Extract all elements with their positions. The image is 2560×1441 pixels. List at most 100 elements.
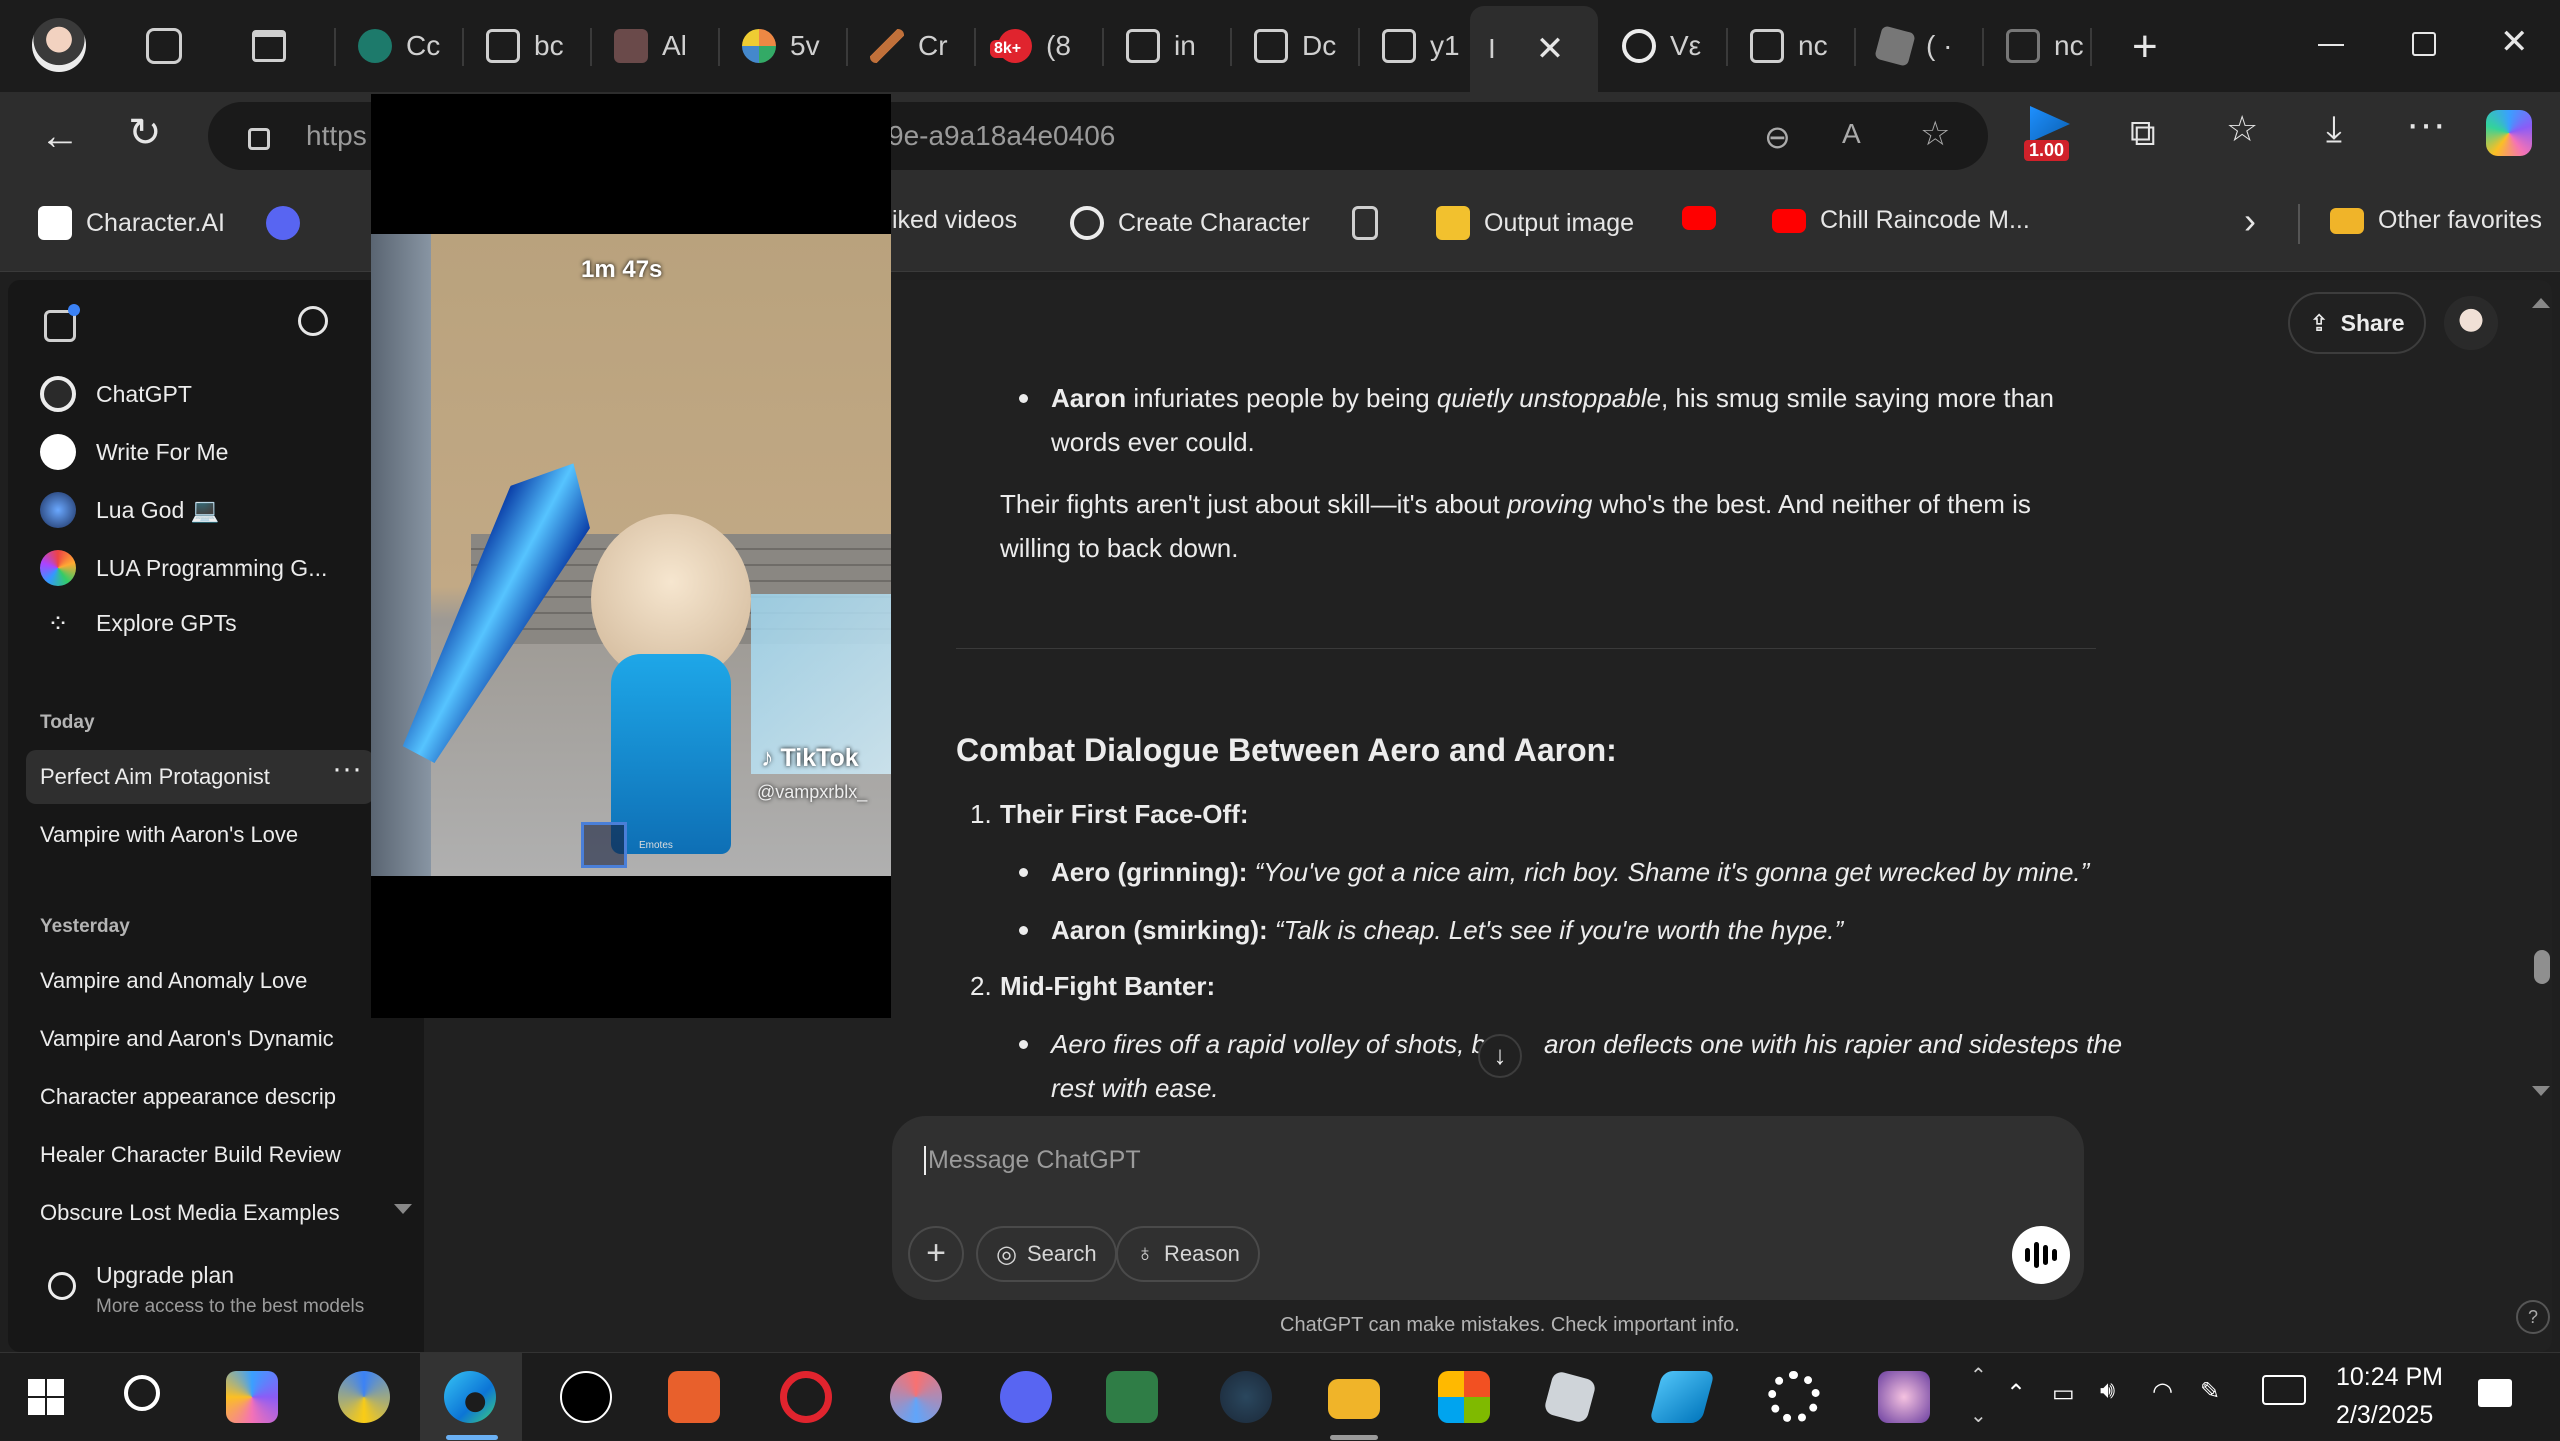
zoom-out-icon[interactable]: ⊖ bbox=[1764, 118, 1791, 156]
search-button[interactable]: ◎ Search bbox=[976, 1226, 1117, 1282]
sidebar-item-lua-programming[interactable]: LUA Programming G... bbox=[40, 550, 327, 586]
scroll-to-bottom-button[interactable]: ↓ bbox=[1478, 1034, 1522, 1078]
start-icon[interactable] bbox=[28, 1379, 64, 1415]
refresh-icon[interactable]: ↻ bbox=[128, 110, 162, 156]
taskbar-scroll-down[interactable]: ⌄ bbox=[1970, 1403, 1987, 1428]
close-window-icon[interactable]: ✕ bbox=[2500, 22, 2529, 62]
minimize-icon[interactable] bbox=[2318, 44, 2344, 46]
keyboard-icon[interactable] bbox=[2262, 1375, 2306, 1405]
roblox-icon[interactable] bbox=[1543, 1370, 1597, 1424]
chevron-right-icon[interactable]: › bbox=[2244, 200, 2256, 242]
sidebar-item-write-for-me[interactable]: Write For Me bbox=[40, 434, 228, 470]
store-icon[interactable] bbox=[1438, 1371, 1490, 1423]
chat-item-active[interactable]: Perfect Aim Protagonist bbox=[26, 750, 374, 804]
video-overlay[interactable]: Emotes 1m 47s ♪ TikTok @vampxrblx_ bbox=[371, 94, 891, 1018]
chat-item[interactable]: Character appearance descrip bbox=[26, 1070, 374, 1124]
chat-item[interactable]: Vampire and Anomaly Love bbox=[26, 954, 374, 1008]
sidebar-item-explore-gpts[interactable]: ⁘ Explore GPTs bbox=[40, 608, 237, 639]
battery-icon[interactable]: ▭ bbox=[2052, 1379, 2075, 1408]
tab-12[interactable]: ( · bbox=[1860, 14, 1978, 78]
tab-10[interactable]: Vε bbox=[1604, 14, 1722, 78]
close-tab-icon[interactable]: ✕ bbox=[1536, 29, 1565, 69]
app-icon-orange[interactable] bbox=[668, 1371, 720, 1423]
copilot-icon[interactable] bbox=[2486, 110, 2532, 156]
app-icon-green[interactable] bbox=[1106, 1371, 1158, 1423]
sidebar-item-lua-god[interactable]: Lua God 💻 bbox=[40, 492, 219, 528]
upgrade-plan-button[interactable]: Upgrade plan More access to the best mod… bbox=[38, 1258, 398, 1328]
taskbar-scroll-up[interactable]: ⌃ bbox=[1970, 1363, 1987, 1388]
favorite-star-icon[interactable]: ☆ bbox=[1920, 114, 1950, 154]
tab-4[interactable]: 5v bbox=[724, 14, 842, 78]
copilot-taskbar-icon[interactable] bbox=[226, 1371, 278, 1423]
pen-icon[interactable]: ✎ bbox=[2200, 1377, 2220, 1406]
wifi-icon[interactable]: ◠ bbox=[2152, 1377, 2173, 1406]
bookmark-youtube[interactable] bbox=[1682, 206, 1716, 230]
scroll-down-arrow[interactable] bbox=[2532, 1086, 2550, 1096]
bookmark-liked-videos[interactable]: iked videos bbox=[892, 206, 1017, 235]
attach-button[interactable]: + bbox=[908, 1226, 964, 1282]
share-button[interactable]: ⇪ Share bbox=[2288, 292, 2426, 354]
app-icon[interactable] bbox=[338, 1371, 390, 1423]
voice-mode-button[interactable] bbox=[2012, 1226, 2070, 1284]
bookmark-discord[interactable] bbox=[266, 206, 300, 240]
emote-slot[interactable] bbox=[581, 822, 627, 868]
edge-icon[interactable] bbox=[444, 1371, 496, 1423]
settings-gear-icon[interactable] bbox=[1768, 1371, 1820, 1423]
tab-3[interactable]: Al bbox=[596, 14, 714, 78]
bookmark-character-ai[interactable]: Character.AI bbox=[38, 206, 225, 240]
tiktok-app-icon[interactable] bbox=[560, 1371, 612, 1423]
volume-icon[interactable]: 🔊︎ bbox=[2100, 1377, 2115, 1405]
file-explorer-icon[interactable] bbox=[1328, 1379, 1380, 1419]
user-avatar[interactable] bbox=[2444, 296, 2498, 350]
search-icon[interactable] bbox=[124, 1375, 160, 1411]
back-icon[interactable]: ← bbox=[40, 114, 80, 159]
more-options-icon[interactable]: ··· bbox=[332, 752, 362, 786]
bookmark-create-character[interactable]: Create Character bbox=[1070, 206, 1310, 240]
notifications-icon[interactable] bbox=[2478, 1379, 2512, 1407]
profile-avatar[interactable] bbox=[32, 18, 86, 72]
reason-button[interactable]: ♁ Reason bbox=[1116, 1226, 1260, 1282]
clock-time[interactable]: 10:24 PM bbox=[2336, 1363, 2443, 1392]
chat-item[interactable]: Obscure Lost Media Examples bbox=[26, 1186, 346, 1240]
chat-item[interactable]: Healer Character Build Review bbox=[26, 1128, 374, 1182]
extension-icon[interactable] bbox=[2030, 106, 2070, 142]
tab-2[interactable]: bc bbox=[468, 14, 586, 78]
tab-9[interactable]: y1 bbox=[1364, 14, 1464, 78]
message-input[interactable]: Message ChatGPT bbox=[924, 1146, 1141, 1175]
extensions-puzzle-icon[interactable]: ⧉ bbox=[2130, 112, 2156, 155]
search-icon[interactable] bbox=[298, 306, 328, 336]
sidebar-item-chatgpt[interactable]: ChatGPT bbox=[40, 376, 192, 412]
chat-item[interactable]: Vampire and Aaron's Dynamic bbox=[26, 1012, 374, 1066]
chat-item[interactable]: Vampire with Aaron's Love bbox=[26, 808, 374, 862]
scrollbar-thumb[interactable] bbox=[2534, 950, 2550, 984]
opera-icon[interactable] bbox=[780, 1371, 832, 1423]
tab-5[interactable]: Cr bbox=[852, 14, 970, 78]
help-icon[interactable]: ? bbox=[2516, 1300, 2550, 1334]
bookmark-output-image[interactable]: Output image bbox=[1436, 206, 1634, 240]
app-icon-pinwheel[interactable] bbox=[890, 1371, 942, 1423]
tab-7[interactable]: in bbox=[1108, 14, 1226, 78]
downloads-icon[interactable]: ⤓ bbox=[2326, 108, 2342, 151]
restore-icon[interactable] bbox=[2412, 32, 2436, 56]
bookmark-chill-raincode[interactable]: Chill Raincode M... bbox=[1772, 206, 2030, 235]
show-hidden-icons[interactable]: ⌃ bbox=[2006, 1379, 2026, 1408]
tab-11[interactable]: nc bbox=[1732, 14, 1850, 78]
tab-8[interactable]: Dc bbox=[1236, 14, 1354, 78]
workspaces-icon[interactable] bbox=[146, 28, 182, 64]
bookmark-other-favorites[interactable]: Other favorites bbox=[2330, 206, 2542, 235]
clock-date[interactable]: 2/3/2025 bbox=[2336, 1401, 2433, 1430]
tab-1[interactable]: Cc bbox=[340, 14, 458, 78]
new-tab-icon[interactable]: + bbox=[2132, 22, 2158, 72]
steam-icon[interactable] bbox=[1220, 1371, 1272, 1423]
tab-active[interactable]: I ✕ bbox=[1470, 6, 1598, 92]
tab-13[interactable]: nc bbox=[1988, 14, 2088, 78]
discord-icon[interactable] bbox=[1000, 1371, 1052, 1423]
more-menu-icon[interactable]: ··· bbox=[2406, 102, 2446, 147]
scroll-up-arrow[interactable] bbox=[2532, 298, 2550, 308]
favorites-icon[interactable]: ☆ bbox=[2226, 108, 2258, 150]
roblox-studio-icon[interactable] bbox=[1649, 1371, 1715, 1423]
bookmark-document[interactable] bbox=[1352, 206, 1378, 240]
app-icon-avatar[interactable] bbox=[1878, 1371, 1930, 1423]
vertical-tabs-icon[interactable] bbox=[252, 30, 286, 62]
read-aloud-icon[interactable]: A bbox=[1842, 118, 1861, 150]
